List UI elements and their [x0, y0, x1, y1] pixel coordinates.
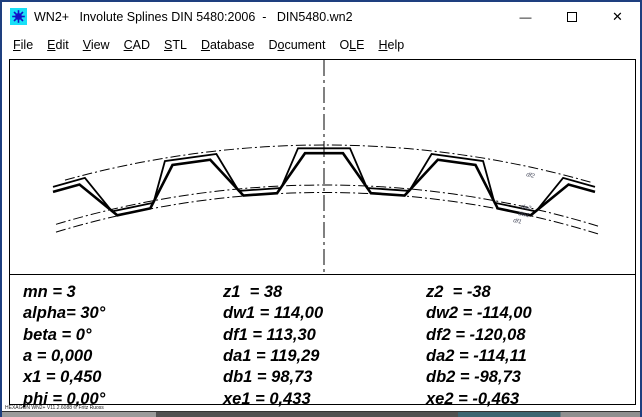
parameter-value: da2 = -114,11: [426, 348, 527, 365]
parameter-value: xe2 = -0,463: [426, 391, 519, 408]
parameter-value: df2 = -120,08: [426, 327, 526, 344]
menu-bar: FileEditViewCADSTLDatabaseDocumentOLEHel…: [6, 34, 411, 56]
maximize-icon: [567, 12, 577, 22]
parameter-value: z2 = -38: [426, 284, 491, 301]
parameter-value: alpha= 30°: [23, 305, 105, 322]
window-title: WN2+ Involute Splines DIN 5480:2006 - DI…: [34, 10, 353, 24]
parameter-value: beta = 0°: [23, 327, 92, 344]
menu-item-cad[interactable]: CAD: [117, 36, 157, 54]
parameter-value: da1 = 119,29: [223, 348, 319, 365]
arc-label: df2: [526, 172, 536, 180]
spline-drawing-panel: df2da2dw1df1: [9, 59, 636, 275]
parameter-value: dw1 = 114,00: [223, 305, 323, 322]
minimize-button[interactable]: —: [503, 2, 548, 32]
menu-item-file[interactable]: File: [6, 36, 40, 54]
menu-item-edit[interactable]: Edit: [40, 36, 76, 54]
parameter-panel: mn = 3 alpha= 30° beta = 0° a = 0,000 x1 = 0…: [9, 274, 636, 405]
title-bar[interactable]: WN2+ Involute Splines DIN 5480:2006 - DI…: [2, 2, 640, 32]
maximize-button[interactable]: [549, 2, 594, 32]
parameter-value: df1 = 113,30: [223, 327, 316, 344]
involute-spline-drawing: df2da2dw1df1: [10, 60, 635, 274]
menu-item-database[interactable]: Database: [194, 36, 262, 54]
parameter-value: x1 = 0,450: [23, 369, 101, 386]
close-button[interactable]: ✕: [595, 2, 640, 32]
parameter-value: dw2 = -114,00: [426, 305, 532, 322]
parameter-value: db2 = -98,73: [426, 369, 521, 386]
parameter-value: db1 = 98,73: [223, 369, 312, 386]
menu-item-document[interactable]: Document: [261, 36, 332, 54]
parameter-value: a = 0,000: [23, 348, 92, 365]
starburst-icon: [12, 10, 25, 23]
parameter-value: xe1 = 0,433: [223, 391, 311, 408]
window-bottom-edge: [2, 411, 642, 417]
app-window: WN2+ Involute Splines DIN 5480:2006 - DI…: [0, 0, 642, 417]
parameter-value: z1 = 38: [223, 284, 282, 301]
menu-item-help[interactable]: Help: [371, 36, 411, 54]
parameter-value: mn = 3: [23, 284, 76, 301]
arc-label: dw1: [518, 211, 530, 219]
arc-label: df1: [513, 218, 522, 226]
menu-item-ole[interactable]: OLE: [332, 36, 371, 54]
menu-item-stl[interactable]: STL: [157, 36, 194, 54]
menu-item-view[interactable]: View: [76, 36, 117, 54]
reference-circle-arc: [65, 145, 591, 182]
app-icon: [10, 8, 27, 25]
